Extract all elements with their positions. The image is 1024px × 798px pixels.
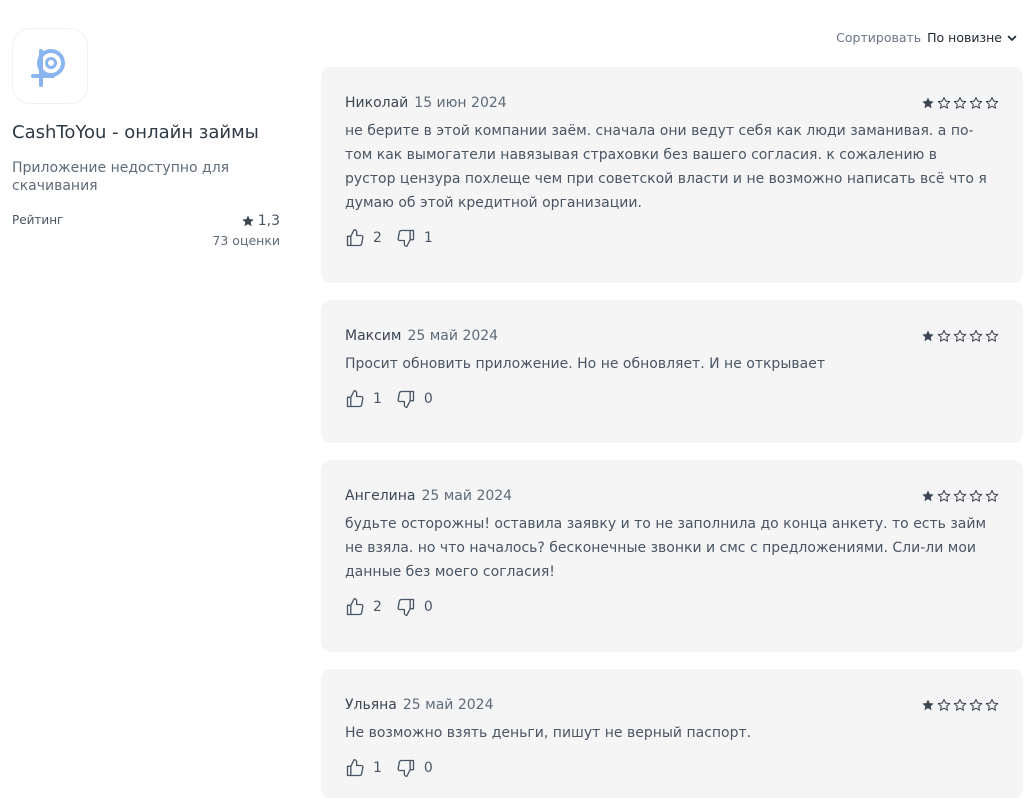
review-header: Николай 15 июн 2024 bbox=[345, 93, 999, 113]
review-card: Ангелина 25 май 2024 будьте осторожны! ос… bbox=[321, 460, 1023, 652]
star-filled-icon bbox=[922, 330, 934, 342]
thumbs-up-icon bbox=[346, 229, 364, 247]
review-date: 25 май 2024 bbox=[421, 488, 513, 504]
like-button[interactable]: 2 bbox=[345, 597, 382, 617]
review-date: 25 май 2024 bbox=[402, 697, 494, 713]
like-count: 1 bbox=[373, 391, 382, 407]
sort-label: Сортировать bbox=[836, 30, 922, 45]
dislike-count: 1 bbox=[423, 230, 433, 246]
review-stars bbox=[921, 329, 999, 343]
cashtoyou-logo-icon bbox=[31, 49, 65, 87]
app-info-panel: CashToYou - онлайн займы Приложение недо… bbox=[12, 28, 280, 248]
review-author: Максим bbox=[345, 328, 402, 344]
thumbs-up-icon bbox=[346, 390, 364, 408]
star-outline-icon bbox=[969, 698, 983, 711]
star-outline-icon bbox=[937, 96, 951, 109]
app-title: CashToYou - онлайн займы bbox=[12, 122, 259, 143]
star-outline-icon bbox=[969, 489, 983, 502]
review-stars bbox=[921, 698, 999, 712]
review-meta: Николай 15 июн 2024 bbox=[345, 95, 507, 111]
star-outline-icon bbox=[985, 329, 999, 342]
dislike-button[interactable]: 1 bbox=[396, 228, 433, 248]
star-outline-icon bbox=[969, 329, 983, 342]
rating-value-row: 1,3 bbox=[212, 213, 280, 229]
dislike-count: 0 bbox=[423, 599, 433, 615]
review-header: Ульяна 25 май 2024 bbox=[345, 695, 999, 715]
review-text: Просит обновить приложение. Но не обновл… bbox=[345, 356, 825, 372]
review-votes: 1 0 bbox=[345, 757, 999, 779]
thumbs-down-icon bbox=[397, 229, 415, 247]
dislike-button[interactable]: 0 bbox=[396, 597, 433, 617]
dislike-count: 0 bbox=[423, 760, 433, 776]
like-count: 1 bbox=[373, 760, 382, 776]
rating-label: Рейтинг bbox=[12, 213, 64, 227]
review-date: 25 май 2024 bbox=[407, 328, 499, 344]
star-filled-icon bbox=[922, 97, 934, 109]
review-stars bbox=[921, 96, 999, 110]
star-outline-icon bbox=[937, 698, 951, 711]
star-filled-icon bbox=[242, 215, 254, 227]
app-availability-status: Приложение недоступно для скачивания bbox=[12, 160, 230, 194]
star-outline-icon bbox=[985, 489, 999, 502]
like-count: 2 bbox=[373, 599, 382, 615]
rating-summary: Рейтинг 1,3 73 оценки bbox=[12, 213, 280, 248]
review-meta: Ульяна 25 май 2024 bbox=[345, 697, 493, 713]
sort-control[interactable]: Сортировать По новизне bbox=[836, 30, 1018, 45]
rating-count: 73 оценки bbox=[212, 233, 280, 248]
star-filled-icon bbox=[922, 699, 934, 711]
review-stars bbox=[921, 489, 999, 503]
star-outline-icon bbox=[969, 96, 983, 109]
thumbs-up-icon bbox=[346, 759, 364, 777]
star-outline-icon bbox=[985, 96, 999, 109]
rating-value: 1,3 bbox=[257, 213, 280, 229]
dislike-count: 0 bbox=[423, 391, 433, 407]
review-card: Максим 25 май 2024 Просит обновить прилож… bbox=[321, 300, 1023, 443]
page: CashToYou - онлайн займы Приложение недо… bbox=[0, 0, 1024, 798]
review-text: Не возможно взять деньги, пишут не верны… bbox=[345, 725, 752, 741]
dislike-button[interactable]: 0 bbox=[396, 389, 433, 409]
star-filled-icon bbox=[922, 490, 934, 502]
chevron-down-icon[interactable] bbox=[1006, 32, 1018, 44]
review-author: Ангелина bbox=[345, 488, 416, 504]
thumbs-up-icon bbox=[346, 598, 364, 616]
dislike-button[interactable]: 0 bbox=[396, 758, 433, 778]
sort-value[interactable]: По новизне bbox=[927, 30, 1002, 45]
thumbs-down-icon bbox=[397, 390, 415, 408]
star-outline-icon bbox=[953, 698, 967, 711]
review-meta: Максим 25 май 2024 bbox=[345, 328, 498, 344]
review-card: Ульяна 25 май 2024 Не возможно взять день… bbox=[321, 669, 1023, 798]
review-text: будьте осторожны! оставила заявку и то н… bbox=[345, 516, 987, 580]
thumbs-down-icon bbox=[397, 759, 415, 777]
review-votes: 2 0 bbox=[345, 596, 999, 618]
like-button[interactable]: 2 bbox=[345, 228, 382, 248]
thumbs-down-icon bbox=[397, 598, 415, 616]
star-outline-icon bbox=[937, 329, 951, 342]
star-outline-icon bbox=[953, 489, 967, 502]
review-text: не берите в этой компании заём. сначала … bbox=[345, 123, 987, 211]
review-meta: Ангелина 25 май 2024 bbox=[345, 488, 512, 504]
review-author: Николай bbox=[345, 95, 409, 111]
rating-value-block: 1,3 73 оценки bbox=[212, 213, 280, 248]
review-card: Николай 15 июн 2024 не берите в этой комп… bbox=[321, 67, 1023, 283]
like-count: 2 bbox=[373, 230, 382, 246]
star-outline-icon bbox=[985, 698, 999, 711]
star-outline-icon bbox=[953, 96, 967, 109]
review-date: 15 июн 2024 bbox=[414, 95, 507, 111]
review-votes: 1 0 bbox=[345, 388, 999, 410]
star-outline-icon bbox=[953, 329, 967, 342]
star-outline-icon bbox=[937, 489, 951, 502]
like-button[interactable]: 1 bbox=[345, 389, 382, 409]
app-icon bbox=[12, 28, 88, 104]
review-header: Ангелина 25 май 2024 bbox=[345, 486, 999, 506]
review-header: Максим 25 май 2024 bbox=[345, 326, 999, 346]
review-votes: 2 1 bbox=[345, 227, 999, 249]
reviews-list: Николай 15 июн 2024 не берите в этой комп… bbox=[321, 67, 1023, 798]
review-author: Ульяна bbox=[345, 697, 397, 713]
like-button[interactable]: 1 bbox=[345, 758, 382, 778]
